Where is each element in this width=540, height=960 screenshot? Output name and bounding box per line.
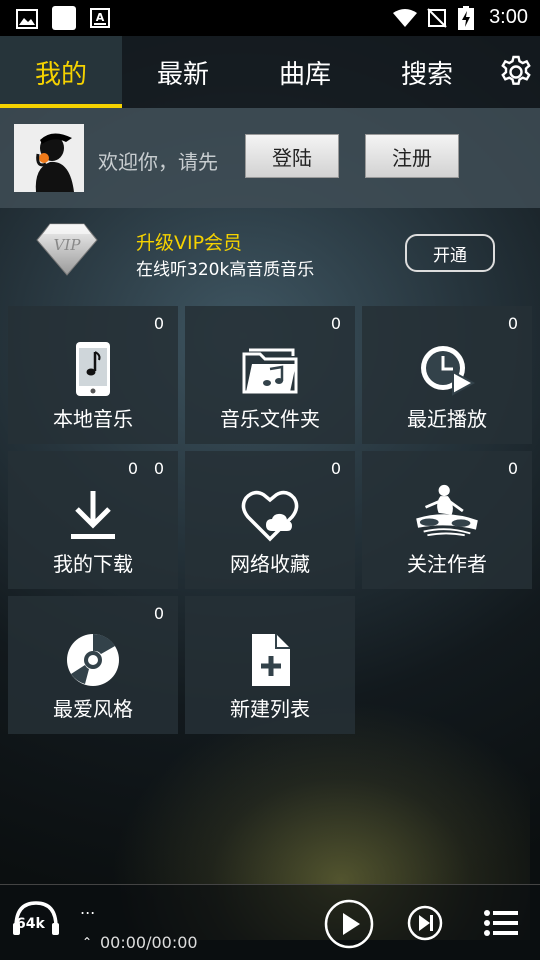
tile-count: 0 (153, 604, 164, 623)
tile-label: 最近播放 (407, 407, 487, 431)
tile-count: 0 (153, 314, 164, 333)
tile-new-list[interactable]: 新建列表 (185, 596, 355, 734)
tile-label: 我的下载 (53, 552, 133, 576)
welcome-text: 欢迎你，请先 (98, 150, 218, 174)
new-file-icon (252, 634, 290, 686)
tile-label: 网络收藏 (230, 552, 310, 576)
tile-count-secondary: 0 (153, 459, 164, 478)
quality-badge[interactable]: 64k (12, 899, 60, 939)
music-folder-icon (242, 348, 298, 394)
battery-charging-icon (458, 6, 474, 30)
tile-label: 本地音乐 (53, 407, 133, 431)
mini-player: 64k ... ⌃ 00:00/00:00 (0, 884, 540, 960)
tab-library[interactable]: 曲库 (244, 36, 366, 108)
login-button[interactable]: 登陆 (245, 134, 339, 178)
no-signal-icon (427, 8, 447, 28)
tile-count: 0 (330, 459, 341, 478)
expand-chevron-icon[interactable]: ⌃ (82, 935, 92, 949)
tile-count: 0 (330, 314, 341, 333)
vip-activate-button[interactable]: 开通 (405, 234, 495, 272)
tile-label: 新建列表 (230, 697, 310, 721)
tab-search[interactable]: 搜索 (366, 36, 488, 108)
vip-title[interactable]: 升级VIP会员 (136, 228, 242, 255)
vip-diamond-icon[interactable]: VIP (36, 222, 98, 276)
dj-avatar-icon (14, 124, 84, 192)
font-notification-icon: A (90, 8, 110, 28)
tile-label: 最爱风格 (53, 697, 133, 721)
svg-text:A: A (96, 11, 105, 24)
quality-label: 64k (16, 916, 45, 932)
tile-recent-play[interactable]: 0 最近播放 (362, 306, 532, 444)
tab-mine[interactable]: 我的 (0, 36, 122, 108)
disc-icon (67, 633, 119, 686)
tile-count: 0 (507, 459, 518, 478)
register-button[interactable]: 注册 (365, 134, 459, 178)
main-tab-bar: 我的 最新 曲库 搜索 (0, 36, 540, 108)
play-button-icon[interactable] (324, 899, 374, 949)
next-track-icon[interactable] (407, 905, 443, 941)
tile-favorite-styles[interactable]: 0 最爱风格 (8, 596, 178, 734)
song-title[interactable]: ... (80, 899, 95, 918)
wifi-icon (393, 9, 417, 27)
tile-count: 0 (127, 459, 138, 478)
settings-gear-icon[interactable] (498, 54, 534, 90)
heart-cloud-icon (241, 490, 299, 542)
status-bar: A 3:00 (0, 0, 540, 36)
tile-music-folder[interactable]: 0 音乐文件夹 (185, 306, 355, 444)
tile-local-music[interactable]: 0 本地音乐 (8, 306, 178, 444)
vip-badge-text: VIP (54, 236, 82, 254)
tile-count: 0 (507, 314, 518, 333)
status-clock: 3:00 (489, 6, 528, 28)
tile-followed-artists[interactable]: 0 关注作者 (362, 451, 532, 589)
avatar[interactable] (14, 124, 84, 192)
playback-time: 00:00/00:00 (100, 933, 198, 952)
tile-my-downloads[interactable]: 0 0 我的下载 (8, 451, 178, 589)
vip-subtitle: 在线听320k高音质音乐 (136, 260, 315, 280)
gallery-notification-icon (16, 9, 38, 29)
phone-music-icon (76, 342, 110, 396)
tab-latest[interactable]: 最新 (122, 36, 244, 108)
playlist-icon[interactable] (484, 909, 518, 937)
tile-label: 关注作者 (407, 552, 487, 576)
login-panel: 欢迎你，请先 登陆 注册 (0, 108, 540, 208)
app-notification-icon (52, 6, 76, 30)
dj-artist-icon (416, 484, 478, 537)
download-icon (71, 491, 115, 539)
tile-online-favorites[interactable]: 0 网络收藏 (185, 451, 355, 589)
tile-label: 音乐文件夹 (220, 407, 320, 431)
recent-play-icon (421, 346, 476, 396)
